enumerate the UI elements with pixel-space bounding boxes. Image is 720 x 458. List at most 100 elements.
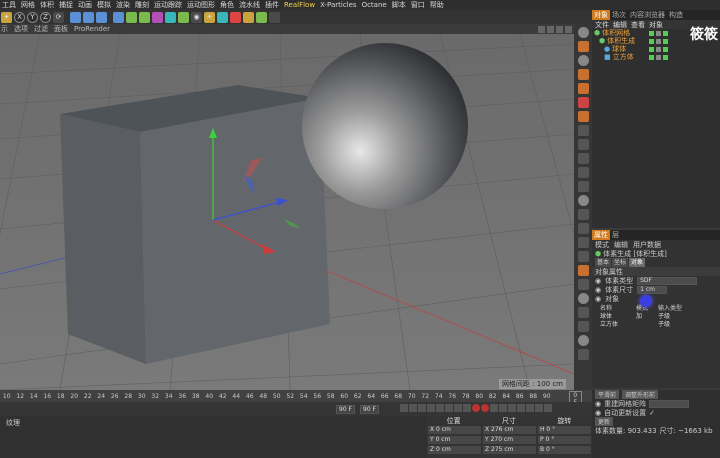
menu-realflow[interactable]: RealFlow <box>284 1 315 9</box>
viewport-menu-display[interactable]: 示 <box>1 24 8 34</box>
bevel-icon[interactable] <box>577 279 589 290</box>
tab-content-browser[interactable]: 内容浏览器 <box>628 10 667 20</box>
zoom-icon[interactable] <box>547 25 554 33</box>
tree-item-cube[interactable]: ■ 立方体 <box>594 53 720 61</box>
rebuild-mesh-field[interactable] <box>649 399 690 408</box>
sphere-object[interactable] <box>302 43 468 209</box>
go-end-icon[interactable] <box>454 404 462 412</box>
menu-mesh[interactable]: 网格 <box>21 0 35 10</box>
viewport-menu-panel[interactable]: 面板 <box>54 24 68 34</box>
key-param-icon[interactable] <box>526 404 534 412</box>
tab-takes[interactable]: 场次 <box>610 10 628 20</box>
subtab-object[interactable]: 对象 <box>629 258 646 267</box>
menu-xparticles[interactable]: X-Particles <box>320 1 356 9</box>
voxel-size-input[interactable]: 1 cm <box>637 285 668 294</box>
key-pla-icon[interactable] <box>535 404 543 412</box>
menu-mograph[interactable]: 运动图形 <box>187 0 215 10</box>
coord-system-icon[interactable]: ⟳ <box>53 11 64 23</box>
play-icon[interactable] <box>427 404 435 412</box>
texture-mode-icon[interactable] <box>577 41 589 52</box>
position-y-field[interactable]: Y 0 cm <box>428 436 481 444</box>
planar-icon[interactable] <box>577 181 589 192</box>
timeline-menu-icon[interactable] <box>544 404 552 412</box>
key-scale-icon[interactable] <box>517 404 525 412</box>
size-y-field[interactable]: Y 270 cm <box>483 436 536 444</box>
sphere-tool-icon[interactable] <box>577 293 589 304</box>
key-rotation-icon[interactable] <box>508 404 516 412</box>
viewport-menu-prorender[interactable]: ProRender <box>74 25 110 33</box>
points-mode-icon[interactable] <box>577 69 589 80</box>
rotation-p-field[interactable]: P 0 ° <box>538 436 591 444</box>
position-z-field[interactable]: Z 0 cm <box>428 446 481 454</box>
y-axis-icon[interactable]: Y <box>27 11 38 23</box>
plugin-icon[interactable] <box>256 11 267 23</box>
knife-icon[interactable] <box>577 251 589 262</box>
checkmark-icon[interactable]: ✓ <box>649 409 655 417</box>
floor-icon[interactable] <box>178 11 189 23</box>
axis-mode-icon[interactable] <box>577 125 589 136</box>
light-icon[interactable]: ☀ <box>204 11 215 23</box>
extrude-icon[interactable] <box>577 265 589 276</box>
array-icon[interactable] <box>152 11 163 23</box>
realflow-icon[interactable] <box>230 11 241 23</box>
menu-snap[interactable]: 捕捉 <box>59 0 73 10</box>
record-icon[interactable] <box>577 335 589 346</box>
viewport-menu-options[interactable]: 选项 <box>14 24 28 34</box>
loop-icon[interactable] <box>577 321 589 332</box>
max-frame-field[interactable]: 90 F <box>360 405 379 414</box>
menu-octane[interactable]: Octane <box>362 1 387 9</box>
tab-attributes[interactable]: 属性 <box>592 230 610 240</box>
object-menu-view[interactable]: 查看 <box>631 20 645 30</box>
render-picture-icon[interactable] <box>83 11 94 23</box>
rotation-b-field[interactable]: B 0 ° <box>538 446 591 454</box>
menu-render[interactable]: 渲染 <box>116 0 130 10</box>
key-selection-icon[interactable] <box>490 404 498 412</box>
cube-icon[interactable] <box>113 11 124 23</box>
magnet-icon[interactable] <box>577 223 589 234</box>
lock-workplane-icon[interactable] <box>577 167 589 178</box>
rotate-icon[interactable] <box>556 25 563 33</box>
menu-pipeline[interactable]: 流水线 <box>239 0 260 10</box>
camera-icon[interactable]: ◉ <box>191 11 202 23</box>
table-row[interactable]: 立方体 子级 <box>592 319 720 328</box>
go-start-icon[interactable] <box>400 404 408 412</box>
menu-character[interactable]: 角色 <box>220 0 234 10</box>
material-tab-label[interactable]: 纹理 <box>0 416 426 430</box>
record-key-icon[interactable] <box>472 404 480 412</box>
solo-icon[interactable] <box>577 195 589 206</box>
3d-viewport[interactable]: 网格间距 : 100 cm <box>0 34 574 390</box>
menu-window[interactable]: 窗口 <box>411 0 425 10</box>
viewport-menu-filter[interactable]: 过滤 <box>34 24 48 34</box>
row-mode[interactable]: 加 <box>636 311 658 320</box>
tab-structure[interactable]: 构造 <box>667 10 685 20</box>
tab-layers[interactable]: 层 <box>610 230 621 240</box>
extra-icon[interactable] <box>269 11 280 23</box>
object-menu-object[interactable]: 对象 <box>649 20 663 30</box>
pan-icon[interactable] <box>538 25 545 33</box>
position-x-field[interactable]: X 0 cm <box>428 426 481 434</box>
edges-mode-icon[interactable] <box>577 83 589 94</box>
tweak-icon[interactable] <box>577 153 589 164</box>
next-frame-icon[interactable] <box>436 404 444 412</box>
auto-key-icon[interactable] <box>481 404 489 412</box>
deformer-icon[interactable] <box>165 11 176 23</box>
render-view-icon[interactable] <box>70 11 81 23</box>
loop-icon[interactable] <box>463 404 471 412</box>
render-settings-icon[interactable] <box>96 11 107 23</box>
voxel-type-select[interactable]: SDF <box>637 276 698 285</box>
layer-icon[interactable] <box>577 209 589 220</box>
next-key-icon[interactable] <box>445 404 453 412</box>
maximize-icon[interactable] <box>565 25 572 33</box>
z-axis-icon[interactable]: Z <box>40 11 51 23</box>
end-frame-field[interactable]: 90 F <box>336 405 355 414</box>
menu-animate[interactable]: 动画 <box>78 0 92 10</box>
workplane-icon[interactable] <box>577 55 589 66</box>
polygons-mode-icon[interactable] <box>577 97 589 108</box>
menu-script[interactable]: 脚本 <box>392 0 406 10</box>
model-mode-icon[interactable] <box>577 27 589 38</box>
timeline-ruler[interactable]: 10 12 14 16 18 20 22 24 26 28 30 32 34 3… <box>0 390 592 407</box>
menu-plugins[interactable]: 插件 <box>265 0 279 10</box>
snap-icon[interactable] <box>577 139 589 150</box>
octane-icon[interactable] <box>217 11 228 23</box>
menu-help[interactable]: 帮助 <box>430 0 444 10</box>
